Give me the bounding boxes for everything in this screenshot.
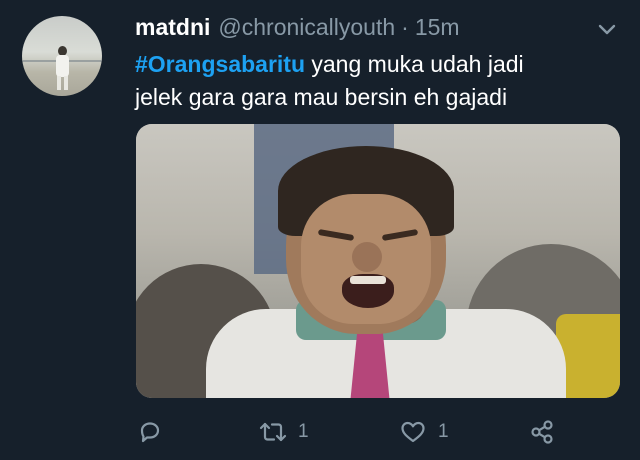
tweet-text-line2: jelek gara gara mau bersin eh gajadi: [135, 84, 508, 110]
reply-icon: [136, 418, 164, 446]
display-name[interactable]: matdni: [135, 14, 210, 41]
retweet-button[interactable]: 1: [258, 414, 309, 450]
avatar-figure-leg: [57, 76, 61, 90]
reply-button[interactable]: [136, 414, 164, 450]
chevron-down-icon[interactable]: [594, 20, 620, 40]
tweet-actions: 1 1: [0, 414, 640, 450]
hashtag-link[interactable]: #Orangsabaritu: [135, 51, 305, 77]
avatar-figure-body: [56, 55, 69, 77]
tweet-header: matdni @chronicallyouth · 15m: [135, 14, 460, 44]
separator-dot: ·: [401, 14, 409, 40]
image-nose: [352, 242, 382, 272]
avatar-figure-leg: [64, 76, 68, 90]
image-teeth: [350, 276, 386, 284]
retweet-count: 1: [298, 421, 309, 442]
tweet[interactable]: matdni @chronicallyouth · 15m #Orangsaba…: [0, 0, 640, 460]
tweet-text: #Orangsabaritu yang muka udah jadi jelek…: [135, 48, 605, 114]
user-handle[interactable]: @chronicallyouth: [218, 14, 395, 41]
heart-icon: [398, 418, 428, 446]
like-button[interactable]: 1: [398, 414, 449, 450]
share-icon: [528, 418, 556, 446]
timestamp[interactable]: 15m: [415, 14, 460, 41]
tweet-text-line1: yang muka udah jadi: [305, 51, 524, 77]
avatar[interactable]: [22, 16, 102, 96]
retweet-icon: [258, 418, 288, 446]
share-button[interactable]: [528, 414, 556, 450]
tweet-media-image[interactable]: [136, 124, 620, 398]
like-count: 1: [438, 421, 449, 442]
